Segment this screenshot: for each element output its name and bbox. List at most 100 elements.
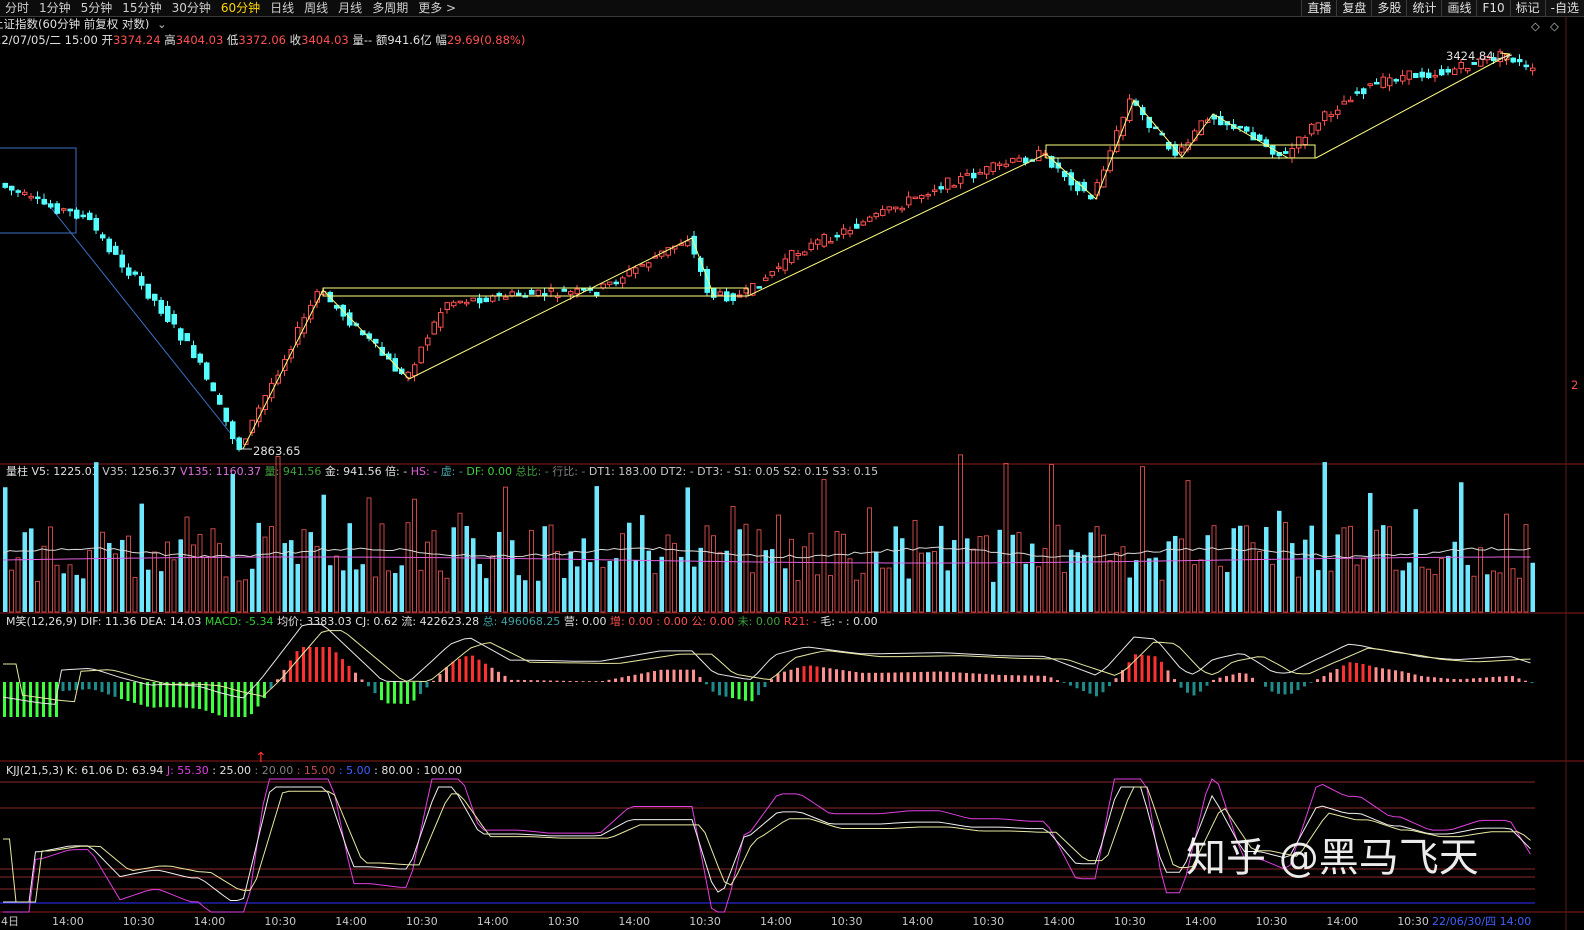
macd-bar xyxy=(1517,678,1521,682)
indicator-name[interactable]: KJJ(21,5,3) xyxy=(6,764,67,777)
indicator-key: 均价: xyxy=(277,615,303,628)
low-price-annotation: 2863.65 xyxy=(253,444,301,458)
volume-bar xyxy=(1036,566,1041,613)
right-function-bar: 直播 复盘 多股 统计 画线 F10 标记 -自选 xyxy=(1301,0,1584,16)
volume-bar xyxy=(510,540,515,612)
candle-body xyxy=(516,292,522,296)
candle-body xyxy=(197,353,203,363)
volume-bar xyxy=(490,555,495,613)
kdj-indicator-header[interactable]: KJJ(21,5,3) K: 61.06 D: 63.94 J: 55.30 :… xyxy=(6,764,462,777)
macd-bar xyxy=(880,672,884,682)
indicator-value: - xyxy=(686,465,697,478)
period-tab-5[interactable]: 60分钟 xyxy=(216,0,265,16)
indicator-key: 增: xyxy=(610,614,625,628)
macd-bar xyxy=(146,682,149,707)
indicator-name[interactable]: 量柱 xyxy=(6,464,32,478)
macd-bar xyxy=(126,682,130,702)
period-tab-1[interactable]: 1分钟 xyxy=(34,0,76,16)
period-tab-3[interactable]: 15分钟 xyxy=(117,0,166,16)
indicator-name[interactable]: M笑(12,26,9) xyxy=(6,614,81,628)
volume-bar xyxy=(197,533,203,613)
indicator-key: 行比: xyxy=(552,465,578,478)
volume-bar xyxy=(1049,464,1054,613)
watermark-text: 知乎 @黑马飞天 xyxy=(1186,835,1479,881)
macd-bar xyxy=(1452,679,1456,682)
zigzag-line[interactable] xyxy=(242,53,1511,450)
volume-indicator-header[interactable]: 量柱 V5: 1225.03 V35: 1256.37 V135: 1160.3… xyxy=(6,464,878,478)
macd-bar xyxy=(796,667,799,682)
volume-bar xyxy=(54,564,60,613)
indicator-key: DIF: xyxy=(81,615,102,628)
period-tab-9[interactable]: 多周期 xyxy=(367,0,413,16)
macd-bar xyxy=(529,680,533,682)
amount-value: 941.6亿 xyxy=(387,33,431,47)
diamond-icon[interactable]: ◇ xyxy=(1550,19,1559,33)
candle-body xyxy=(1413,73,1419,79)
macd-bar xyxy=(211,682,214,714)
time-axis-label: 10:30 xyxy=(1397,915,1429,928)
macd-bar xyxy=(256,682,260,707)
indicator-value: 0.15 xyxy=(850,465,878,478)
toolbar-button-5[interactable]: F10 xyxy=(1476,0,1510,16)
toolbar-button-7[interactable]: -自选 xyxy=(1544,0,1584,16)
volume-bar xyxy=(1303,539,1308,612)
volume-bar xyxy=(15,557,21,613)
macd-bar xyxy=(763,682,767,688)
period-tab-10[interactable]: 更多 > xyxy=(413,0,461,16)
volume-bar xyxy=(314,545,320,613)
indicator-key: CJ: xyxy=(355,615,370,628)
macd-bar xyxy=(913,672,916,682)
toolbar-button-6[interactable]: 标记 xyxy=(1509,0,1545,16)
toolbar-button-4[interactable]: 画线 xyxy=(1441,0,1477,16)
chevron-down-icon[interactable]: ⌄ xyxy=(157,17,167,31)
toolbar-button-0[interactable]: 直播 xyxy=(1301,0,1337,16)
volume-bar xyxy=(633,560,638,612)
volume-bar xyxy=(425,541,430,613)
indicator-value: - xyxy=(400,465,411,478)
time-axis-label: 10:30 xyxy=(1114,915,1146,928)
candle-body xyxy=(457,300,463,304)
volume-bar xyxy=(1094,526,1100,613)
toolbar-button-2[interactable]: 多股 xyxy=(1371,0,1407,16)
volume-bar xyxy=(867,507,872,613)
macd-bar xyxy=(1108,682,1111,687)
macd-bar xyxy=(906,672,910,682)
chart-area[interactable]: 上证指数(60分钟 前复权 对数) ⌄ 22/07/05/二 15:00 开33… xyxy=(0,17,1584,930)
candle-body xyxy=(1172,144,1178,156)
period-tab-2[interactable]: 5分钟 xyxy=(76,0,118,16)
period-tab-7[interactable]: 周线 xyxy=(299,0,333,16)
indicator-key: DT2: xyxy=(660,465,686,478)
diamond-icon[interactable]: ◇ xyxy=(1531,19,1540,33)
macd-indicator-header[interactable]: M笑(12,26,9) DIF: 11.36 DEA: 14.03 MACD: … xyxy=(6,614,878,628)
volume-bar xyxy=(1328,570,1334,613)
indicator-value: 11.36 xyxy=(101,615,139,628)
volume-bar xyxy=(360,564,365,612)
period-tab-8[interactable]: 月线 xyxy=(333,0,367,16)
macd-bar xyxy=(1205,682,1209,686)
volume-bar xyxy=(178,539,183,612)
toolbar-button-1[interactable]: 复盘 xyxy=(1336,0,1372,16)
volume-bar xyxy=(354,569,359,612)
volume-bar xyxy=(834,531,840,613)
period-tab-4[interactable]: 30分钟 xyxy=(167,0,216,16)
blue-trend-line[interactable] xyxy=(43,198,244,450)
time-axis-label: 14:00 xyxy=(194,915,226,928)
volume-bar xyxy=(444,577,450,613)
macd-bar xyxy=(757,682,760,696)
macd-bar xyxy=(360,679,364,682)
macd-bar xyxy=(1381,668,1384,682)
macd-bar xyxy=(1140,654,1144,682)
open-value: 3374.24 xyxy=(113,33,161,47)
volume-bar xyxy=(146,569,151,612)
drawn-annotations[interactable] xyxy=(240,52,1513,450)
macd-bar xyxy=(1348,662,1352,682)
period-tab-0[interactable]: 分时 xyxy=(0,0,34,16)
macd-bar xyxy=(237,682,240,717)
toolbar-button-3[interactable]: 统计 xyxy=(1406,0,1442,16)
candle-body xyxy=(1302,136,1308,146)
period-tab-6[interactable]: 日线 xyxy=(265,0,299,16)
macd-bar xyxy=(1342,665,1345,682)
price-panel-title[interactable]: 上证指数(60分钟 前复权 对数) xyxy=(0,17,149,31)
volume-bar xyxy=(126,535,131,613)
macd-bar xyxy=(1056,680,1059,682)
